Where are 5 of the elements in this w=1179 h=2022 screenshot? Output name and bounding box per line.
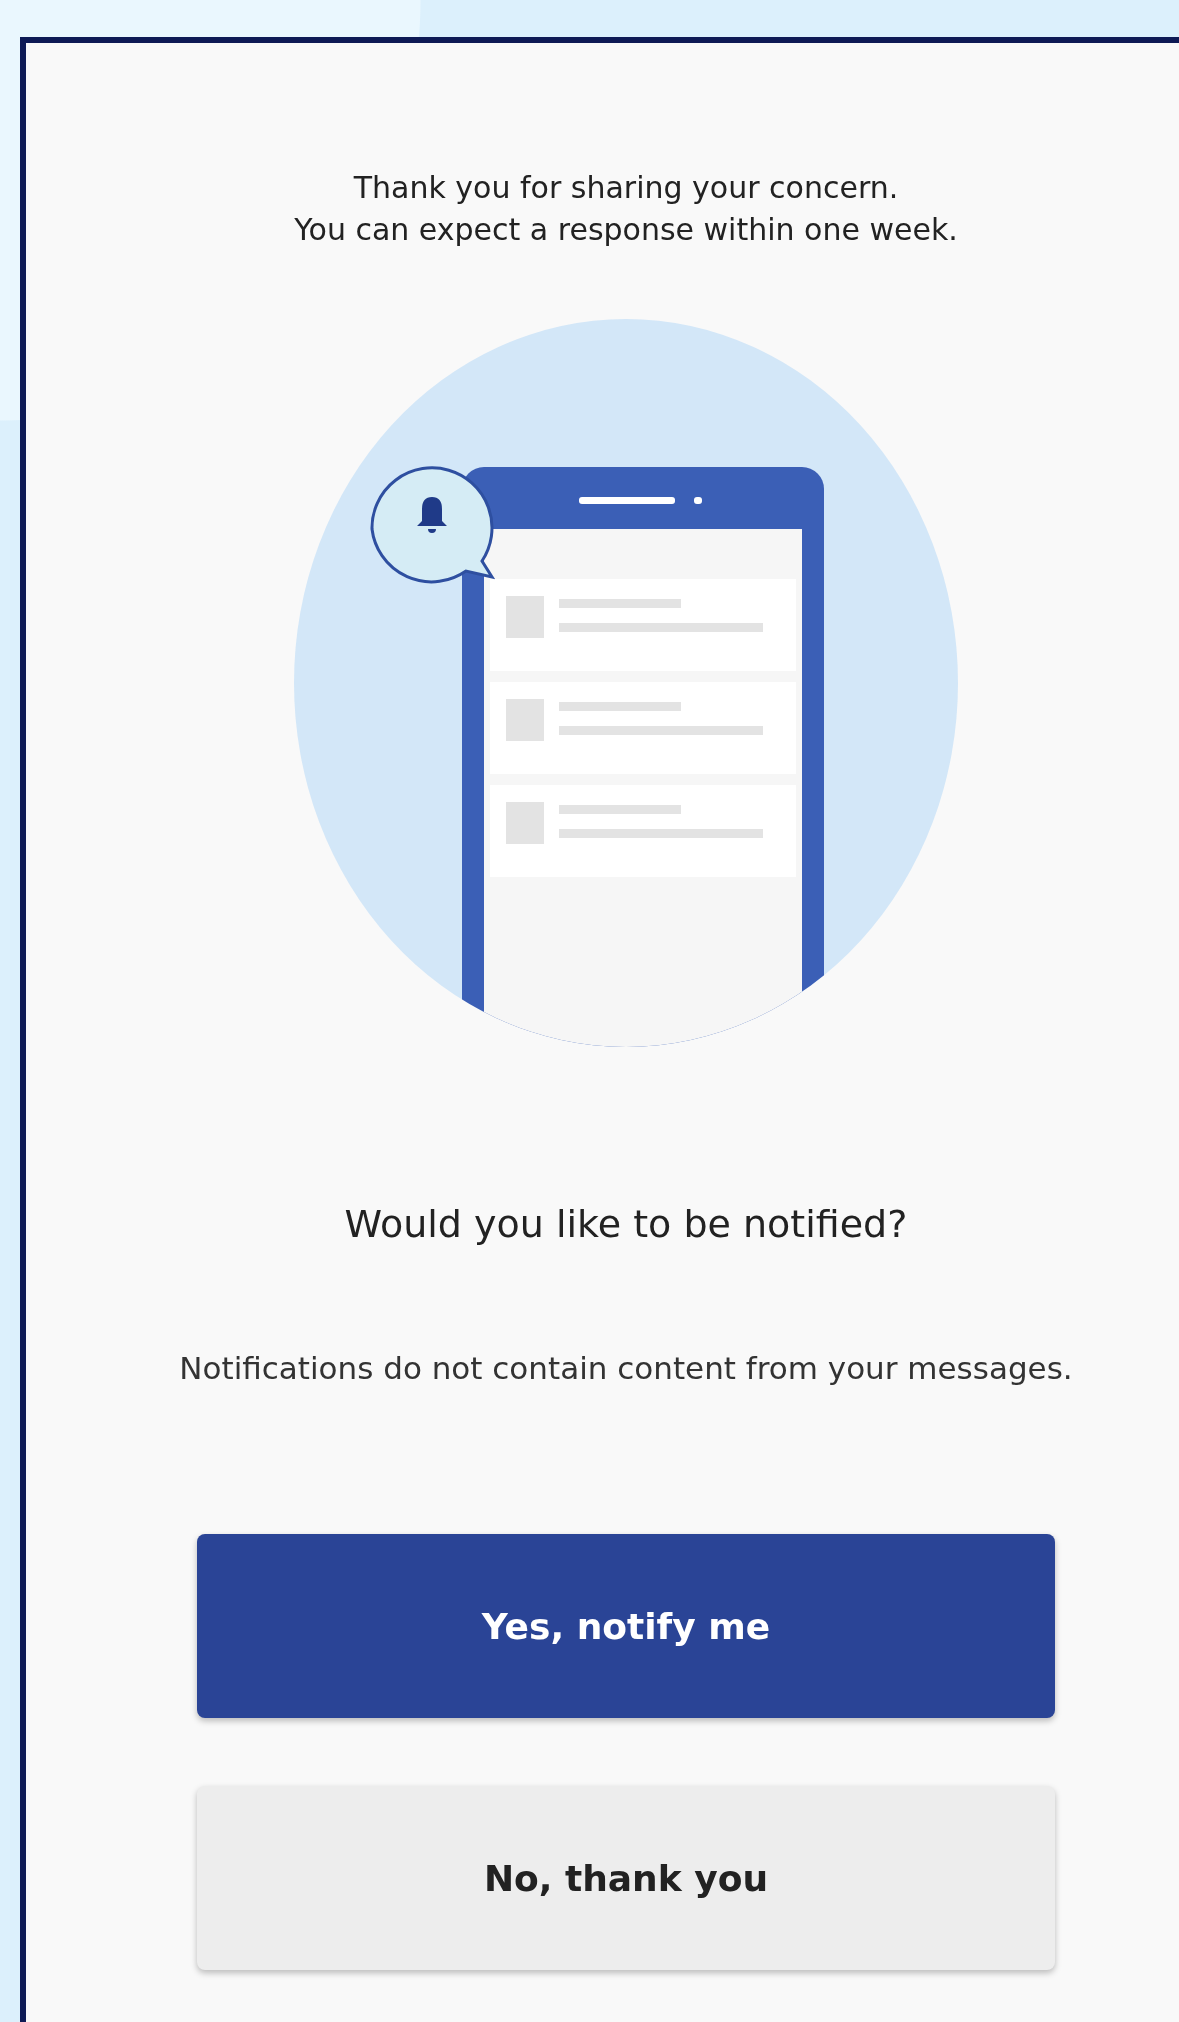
confirmation-message: Thank you for sharing your concern. You can expect a response within one week. — [294, 169, 958, 249]
notification-note: Notifications do not contain content from your messages. — [178, 1349, 1074, 1388]
notify-button[interactable]: Yes, notify me — [197, 1534, 1055, 1718]
notification-question: Would you like to be notified? — [344, 1202, 908, 1246]
decline-button[interactable]: No, thank you — [197, 1786, 1055, 1970]
